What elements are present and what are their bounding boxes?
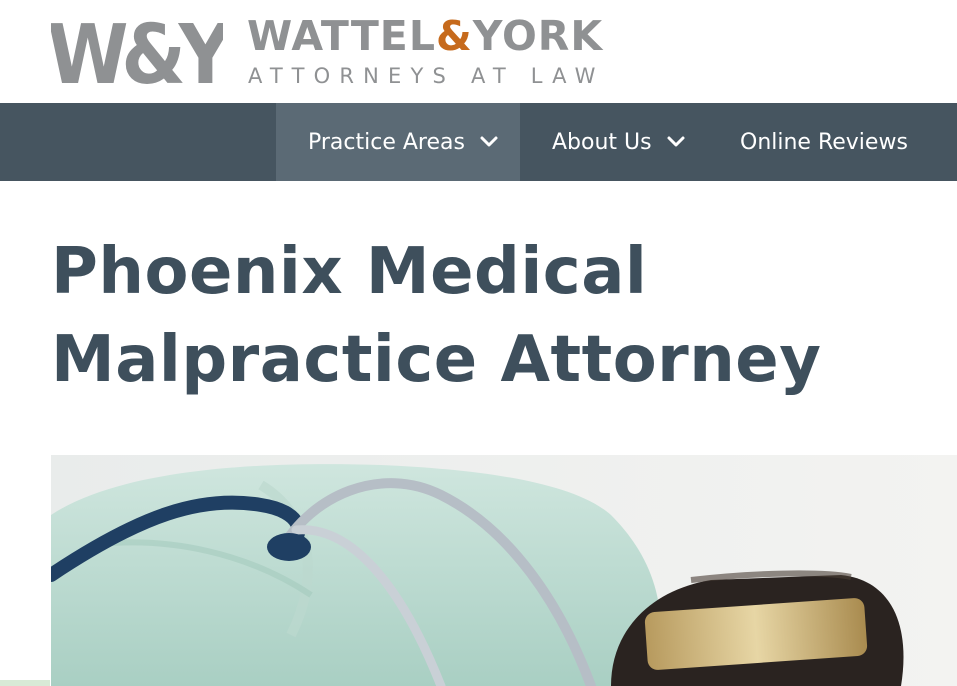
nav-item-practice-areas[interactable]: Practice Areas xyxy=(276,103,520,181)
corner-accent xyxy=(0,680,50,686)
brand-name-wattel: WATTEL xyxy=(247,12,436,60)
chevron-down-icon xyxy=(480,136,498,147)
stethoscope-gavel-illustration xyxy=(51,455,957,686)
nav-item-online-reviews[interactable]: Online Reviews xyxy=(716,103,957,181)
nav-item-about-us[interactable]: About Us xyxy=(520,103,716,181)
nav-item-label: About Us xyxy=(552,129,652,155)
brand-name-york: YORK xyxy=(472,12,604,60)
scrubs-cloth xyxy=(51,464,661,686)
nav-item-label: Practice Areas xyxy=(308,129,465,155)
site-header: W&Y WATTEL&YORK ATTORNEYS AT LAW xyxy=(0,0,957,103)
brand-name: WATTEL&YORK xyxy=(247,12,603,60)
logo-monogram: W&Y xyxy=(51,13,223,87)
main-navigation: Practice Areas About Us Online Reviews xyxy=(0,103,957,181)
chevron-down-icon xyxy=(667,136,685,147)
brand-name-ampersand: & xyxy=(435,12,473,60)
hero-image xyxy=(51,455,957,686)
nav-item-label: Online Reviews xyxy=(740,129,908,155)
wy-logo-mark[interactable]: W&Y xyxy=(51,13,223,87)
brand-tagline: ATTORNEYS AT LAW xyxy=(248,64,605,88)
page-title: Phoenix Medical Malpractice Attorney xyxy=(51,235,822,397)
brand-wordmark[interactable]: WATTEL&YORK ATTORNEYS AT LAW xyxy=(247,12,647,92)
